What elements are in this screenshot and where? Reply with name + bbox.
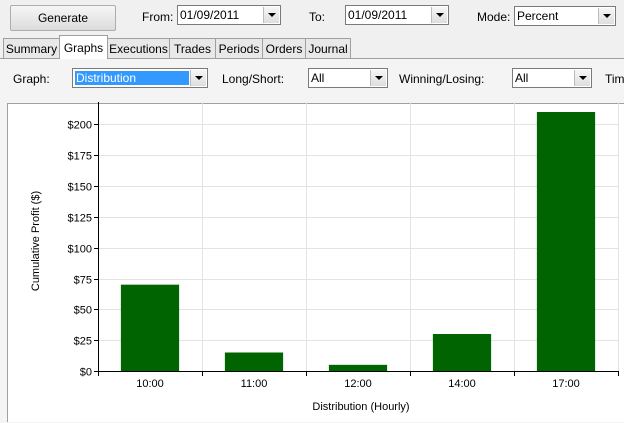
tab-label: Graphs bbox=[63, 40, 104, 55]
long-short-label: Long/Short: bbox=[222, 72, 285, 86]
chevron-down-icon[interactable] bbox=[598, 8, 614, 24]
tab-label: Journal bbox=[308, 41, 348, 56]
tab-periods[interactable]: Periods bbox=[215, 38, 263, 58]
to-date-value: 01/09/2011 bbox=[348, 8, 408, 22]
tab-label: Summary bbox=[5, 41, 58, 56]
chevron-down-icon[interactable] bbox=[574, 70, 590, 86]
chevron-down-icon[interactable] bbox=[190, 70, 206, 86]
winning-losing-value: All bbox=[515, 71, 529, 85]
tab-executions[interactable]: Executions bbox=[107, 38, 170, 58]
to-date-picker[interactable]: 01/09/2011 bbox=[345, 5, 449, 25]
generate-button[interactable]: Generate bbox=[10, 5, 116, 31]
from-date-value: 01/09/2011 bbox=[180, 8, 240, 22]
tab-orders[interactable]: Orders bbox=[262, 38, 306, 58]
to-label: To: bbox=[309, 10, 326, 24]
chevron-down-icon[interactable] bbox=[431, 7, 447, 23]
tab-label: Orders bbox=[265, 41, 303, 56]
mode-value: Percent bbox=[517, 9, 559, 23]
graph-type-value: Distribution bbox=[75, 71, 189, 85]
winning-losing-label: Winning/Losing: bbox=[399, 72, 485, 86]
from-label: From: bbox=[142, 10, 174, 24]
tab-label: Executions bbox=[109, 41, 168, 56]
tab-graphs[interactable]: Graphs bbox=[59, 35, 108, 59]
long-short-value: All bbox=[311, 71, 325, 85]
chevron-down-icon[interactable] bbox=[370, 70, 386, 86]
winning-losing-select[interactable]: All bbox=[512, 68, 592, 88]
tab-label: Trades bbox=[174, 41, 211, 56]
time-label: Tim bbox=[605, 72, 624, 86]
graph-type-select[interactable]: Distribution bbox=[72, 68, 208, 88]
tab-summary[interactable]: Summary bbox=[3, 38, 60, 58]
graph-label: Graph: bbox=[13, 72, 50, 86]
tab-label: Periods bbox=[218, 41, 260, 56]
long-short-select[interactable]: All bbox=[308, 68, 388, 88]
tab-trades[interactable]: Trades bbox=[169, 38, 216, 58]
mode-label: Mode: bbox=[477, 10, 511, 24]
generate-button-label: Generate bbox=[37, 11, 89, 25]
chart-area bbox=[7, 103, 624, 422]
chevron-down-icon[interactable] bbox=[263, 7, 279, 23]
from-date-picker[interactable]: 01/09/2011 bbox=[177, 5, 281, 25]
tab-journal[interactable]: Journal bbox=[305, 38, 351, 58]
mode-select[interactable]: Percent bbox=[514, 6, 616, 26]
